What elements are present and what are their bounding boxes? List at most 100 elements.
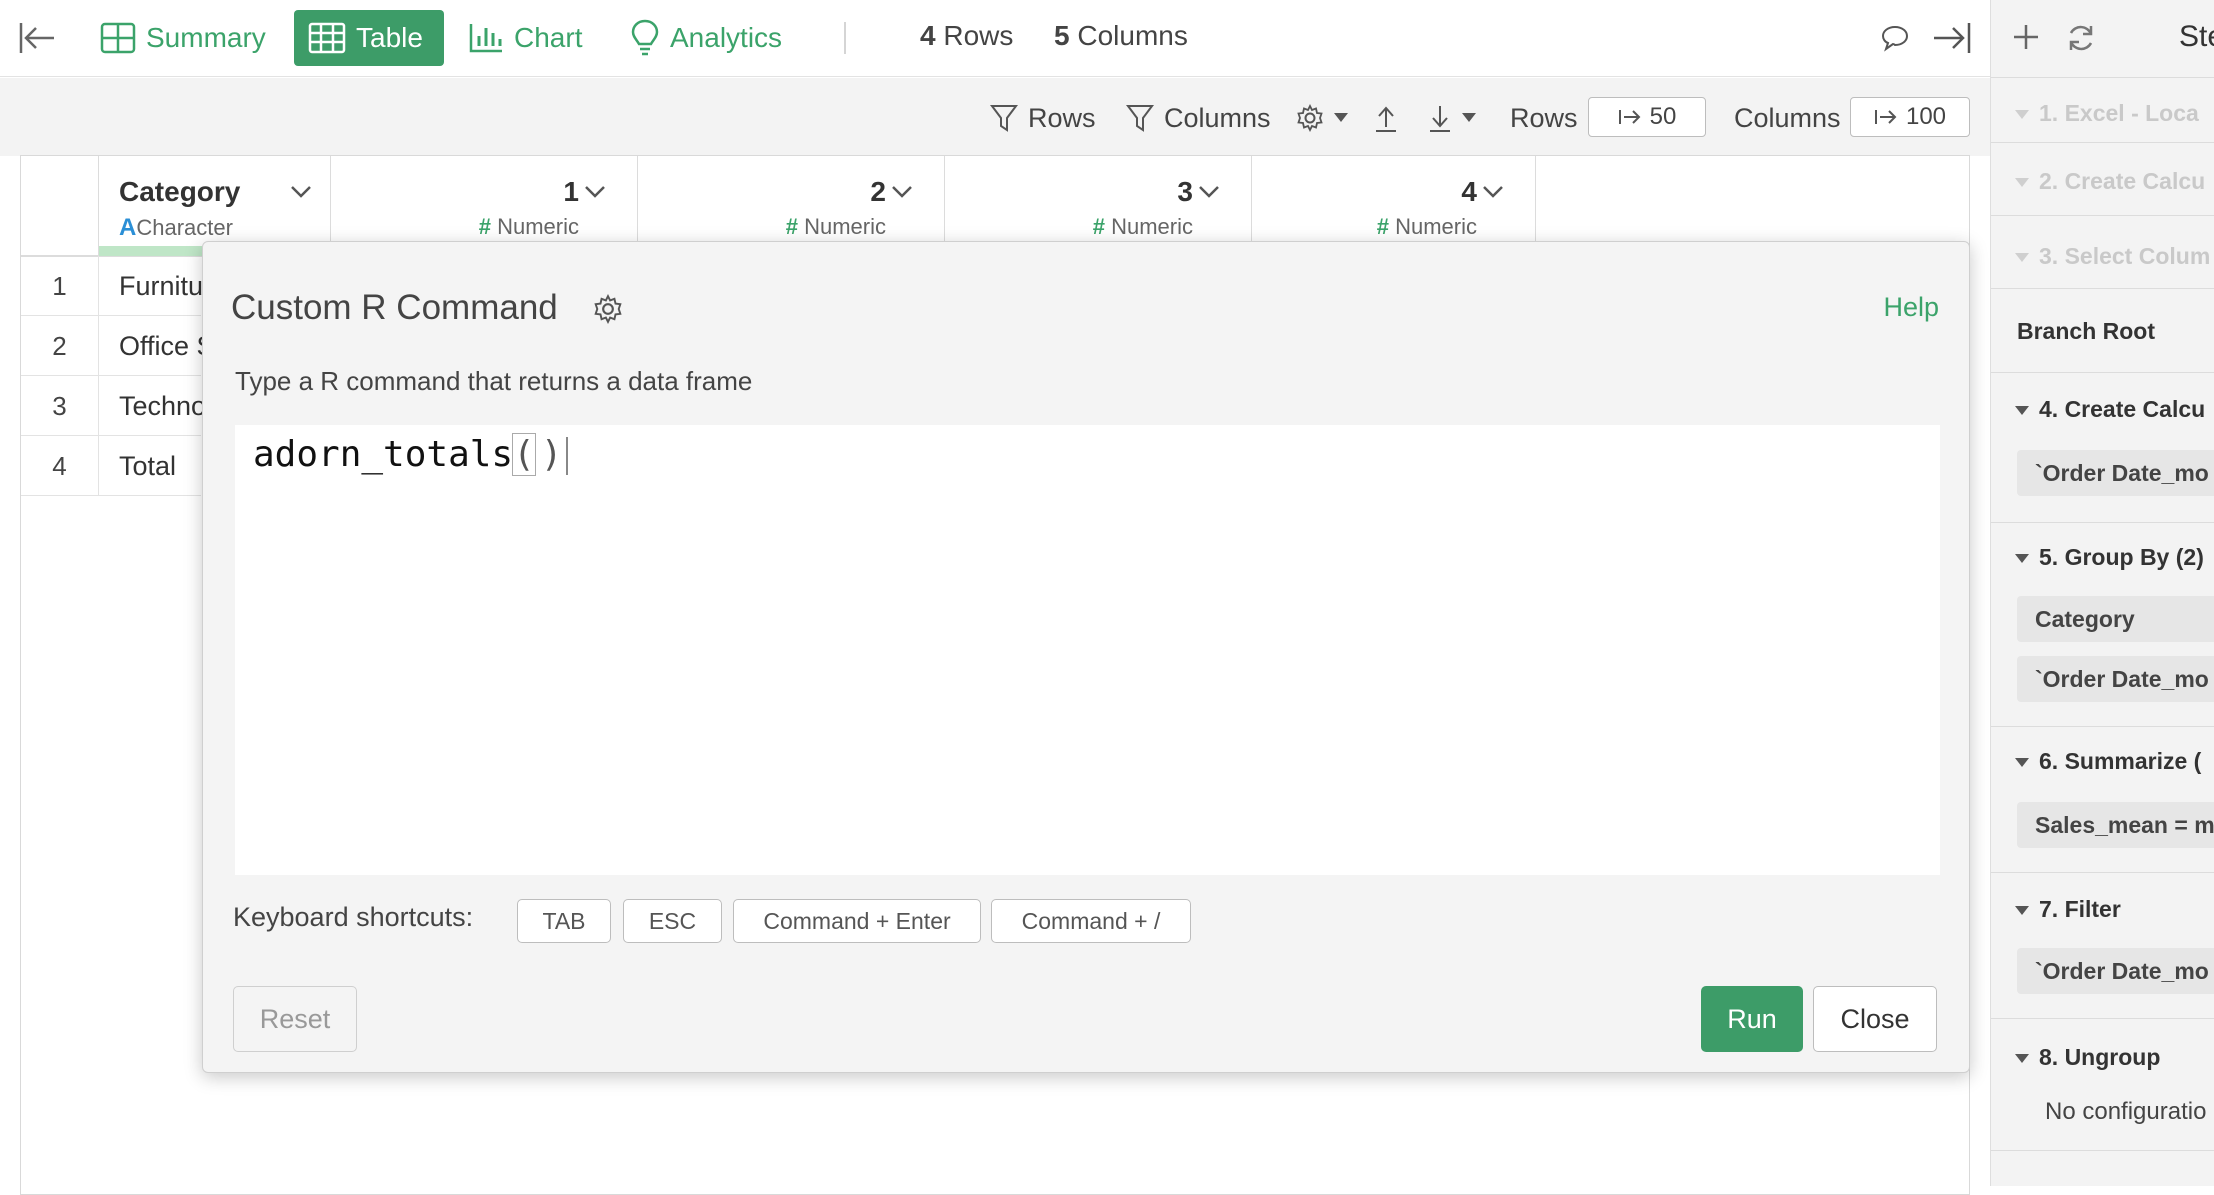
run-button[interactable]: Run [1701, 986, 1803, 1052]
columns-filter-button[interactable]: Columns [1126, 100, 1271, 136]
table-row[interactable]: 4 Total [21, 436, 201, 496]
code-close-paren: ) [540, 434, 563, 475]
caret-down-icon [1334, 113, 1348, 123]
step-3[interactable]: 3. Select Colum [2015, 243, 2210, 270]
divider [1991, 872, 2214, 873]
r-code-editor[interactable]: adorn_totals() [235, 425, 1940, 875]
gear-icon [1296, 104, 1324, 132]
divider [1991, 522, 2214, 523]
shortcut-esc: ESC [623, 899, 722, 943]
step-7[interactable]: 7. Filter [2015, 896, 2121, 923]
rows-limit-label: Rows [1510, 102, 1578, 133]
rows-limit-value: 50 [1649, 103, 1677, 130]
code-function: adorn_totals [253, 434, 514, 475]
download-dropdown-button[interactable] [1428, 100, 1476, 136]
row-number: 1 [21, 256, 99, 316]
chevron-down-icon[interactable] [1481, 184, 1505, 200]
tab-chart-label: Chart [514, 22, 583, 53]
bulb-icon [630, 19, 660, 57]
tab-table[interactable]: Table [294, 10, 444, 66]
dialog-title: Custom R Command [231, 288, 558, 327]
cell-category[interactable]: Total [119, 436, 176, 496]
column-name: 4 [1461, 176, 1477, 207]
plus-icon[interactable] [2011, 22, 2041, 52]
table-row[interactable]: 2 Office S [21, 316, 215, 376]
step-4[interactable]: 4. Create Calcu [2015, 396, 2205, 423]
step-7-chip[interactable]: `Order Date_mo [2017, 948, 2214, 994]
refresh-icon[interactable] [2065, 22, 2097, 54]
upload-icon [1374, 103, 1398, 133]
cell-category[interactable]: Office S [119, 316, 215, 376]
numeric-type-icon: # [478, 214, 491, 239]
filter-icon [1126, 103, 1154, 133]
chart-icon [468, 22, 504, 54]
shortcuts-label: Keyboard shortcuts: [233, 902, 474, 932]
step-1[interactable]: 1. Excel - Loca [2015, 100, 2199, 127]
cell-category[interactable]: Techno [119, 376, 206, 436]
settings-dropdown-button[interactable] [1296, 100, 1348, 136]
divider [1991, 288, 2214, 289]
shortcut-tab: TAB [517, 899, 611, 943]
tab-analytics-label: Analytics [670, 22, 783, 53]
numeric-type-icon: # [1376, 214, 1389, 239]
divider [1991, 1150, 2214, 1151]
chevron-down-icon[interactable] [289, 184, 313, 200]
upload-button[interactable] [1374, 100, 1398, 136]
close-button[interactable]: Close [1813, 986, 1937, 1052]
columns-limit-input[interactable]: 100 [1850, 97, 1970, 137]
summary-icon [100, 22, 136, 54]
divider [1991, 77, 2214, 78]
gear-icon[interactable] [593, 294, 623, 324]
reset-button[interactable]: Reset [233, 986, 357, 1052]
step-5[interactable]: 5. Group By (2) [2015, 544, 2204, 571]
rows-limit-input[interactable]: 50 [1588, 97, 1706, 137]
table-toolbar: Rows Columns Rows 50 Columns 100 [0, 78, 1990, 156]
row-number: 2 [21, 316, 99, 376]
chevron-down-icon[interactable] [1197, 184, 1221, 200]
tab-table-label: Table [356, 22, 423, 53]
cell-category[interactable]: Furnitu [119, 256, 203, 316]
code-open-paren: ( [512, 433, 536, 476]
help-link[interactable]: Help [1883, 292, 1939, 323]
step-8[interactable]: 8. Ungroup [2015, 1044, 2160, 1071]
code-line: adorn_totals() [253, 431, 569, 479]
row-number-header [21, 156, 99, 256]
table-row[interactable]: 3 Techno [21, 376, 206, 436]
tab-summary[interactable]: Summary [86, 10, 280, 66]
divider [1991, 372, 2214, 373]
custom-r-command-dialog: Custom R Command Help Type a R command t… [202, 241, 1970, 1073]
tab-analytics[interactable]: Analytics [616, 10, 796, 66]
text-cursor [566, 437, 569, 475]
column-type: # Numeric [478, 214, 579, 239]
dialog-description: Type a R command that returns a data fra… [235, 366, 753, 396]
rows-filter-button[interactable]: Rows [990, 100, 1096, 136]
filter-icon [990, 103, 1018, 133]
collapse-right-icon[interactable] [1932, 20, 1972, 56]
table-icon [308, 22, 346, 54]
chevron-down-icon[interactable] [583, 184, 607, 200]
step-5-chip-category[interactable]: Category [2017, 596, 2214, 642]
chevron-down-icon[interactable] [890, 184, 914, 200]
rows-count: 4 Rows [920, 20, 1014, 51]
tab-chart[interactable]: Chart [454, 10, 596, 66]
row-number: 3 [21, 376, 99, 436]
steps-header: Ste [2179, 20, 2214, 53]
column-name: 2 [870, 176, 886, 207]
comment-icon[interactable] [1880, 24, 1910, 52]
step-4-chip[interactable]: `Order Date_mo [2017, 450, 2214, 496]
shortcut-command-slash: Command + / [991, 899, 1191, 943]
column-name: 1 [563, 176, 579, 207]
step-5-chip-order-date[interactable]: `Order Date_mo [2017, 656, 2214, 702]
arrow-right-bar-icon [1618, 108, 1642, 126]
tab-summary-label: Summary [146, 22, 266, 53]
table-row[interactable]: 1 Furnitu [21, 256, 203, 316]
top-bar: Summary Table Chart Analytics 4 Rows 5 C… [0, 0, 1990, 77]
column-type: # Numeric [1376, 214, 1477, 239]
divider [1991, 142, 2214, 143]
step-6[interactable]: 6. Summarize ( [2015, 748, 2201, 775]
collapse-left-icon[interactable] [18, 20, 58, 56]
step-2[interactable]: 2. Create Calcu [2015, 168, 2205, 195]
column-type: ACharacter [119, 214, 233, 241]
step-6-chip[interactable]: Sales_mean = m [2017, 802, 2214, 848]
row-number: 4 [21, 436, 99, 496]
